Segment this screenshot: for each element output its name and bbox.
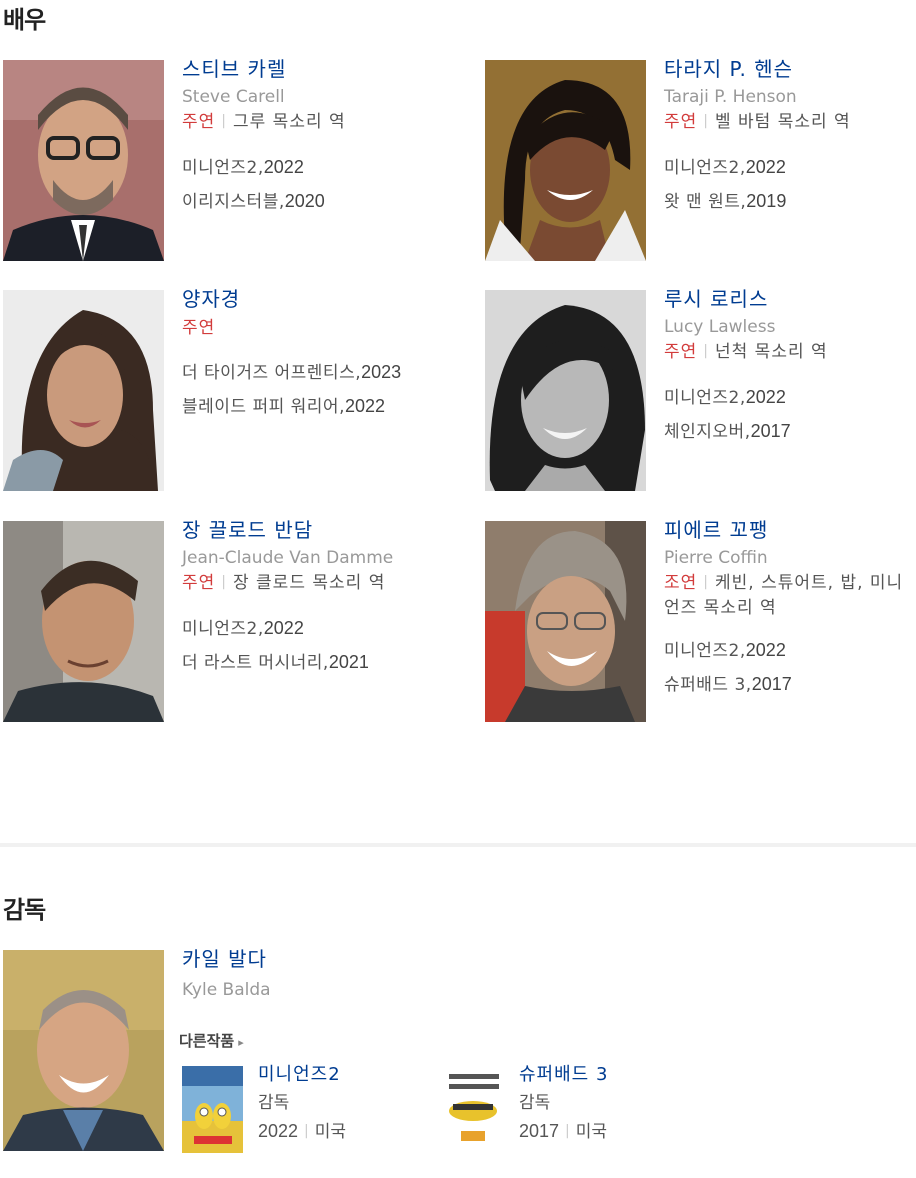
actor-name[interactable]: 스티브 카렐 (182, 58, 434, 80)
separator: | (703, 343, 709, 359)
other-works-link[interactable]: 다른작품 ▸ (179, 1030, 244, 1051)
role-desc: 케빈, 스튜어트, 밥, 미니언즈 목소리 역 (664, 573, 904, 618)
filmography-item[interactable]: 왓 맨 원트,2019 (664, 185, 916, 219)
actor-name-en: Lucy Lawless (664, 317, 776, 337)
actor-photo[interactable] (3, 290, 164, 491)
filmography-item[interactable]: 미니언즈2,2022 (182, 612, 434, 646)
actor-photo[interactable] (485, 521, 646, 722)
director-name-en: Kyle Balda (182, 980, 271, 1000)
role-type: 주연 (182, 112, 216, 132)
actor-name-en: Jean-Claude Van Damme (182, 548, 394, 568)
filmography-item[interactable]: 미니언즈2,2022 (182, 151, 434, 185)
actor-photo[interactable] (3, 60, 164, 261)
film-meta: 2022 | 미국 (258, 1121, 347, 1142)
actor-name[interactable]: 피에르 꼬팽 (664, 519, 916, 541)
actor-role: 주연 | 그루 목소리 역 (182, 110, 434, 135)
role-desc: 벨 바텀 목소리 역 (715, 112, 851, 132)
film-poster[interactable] (443, 1066, 504, 1153)
actor-name-en: Taraji P. Henson (664, 87, 797, 107)
film-title[interactable]: 슈퍼배드 3 (519, 1064, 699, 1086)
actor-name-en: Steve Carell (182, 87, 285, 107)
role-type: 주연 (182, 573, 216, 593)
director-name[interactable]: 카일 발다 (182, 948, 682, 970)
chevron-right-icon: ▸ (238, 1036, 244, 1049)
actor-name[interactable]: 루시 로리스 (664, 288, 916, 310)
filmography-item[interactable]: 더 라스트 머시너리,2021 (182, 646, 434, 680)
actor-role: 주연 | 장 클로드 목소리 역 (182, 571, 434, 596)
filmography-item[interactable]: 미니언즈2,2022 (664, 151, 916, 185)
film-role: 감독 (519, 1093, 551, 1113)
role-desc: 넌척 목소리 역 (715, 342, 828, 362)
role-type: 주연 (664, 342, 698, 362)
role-desc: 장 클로드 목소리 역 (233, 573, 386, 593)
filmography-item[interactable]: 이리지스터블,2020 (182, 185, 434, 219)
director-section-title: 감독 (3, 896, 46, 924)
film-title[interactable]: 미니언즈2 (258, 1064, 438, 1086)
separator: | (221, 113, 227, 129)
role-type: 주연 (182, 318, 216, 338)
section-divider (0, 843, 916, 847)
actor-photo[interactable] (485, 60, 646, 261)
filmography-item[interactable]: 체인지오버,2017 (664, 415, 916, 449)
director-photo[interactable] (3, 950, 164, 1151)
actor-role: 주연 | 벨 바텀 목소리 역 (664, 110, 916, 135)
role-desc: 그루 목소리 역 (233, 112, 346, 132)
filmography-item[interactable]: 슈퍼배드 3,2017 (664, 668, 916, 702)
actor-name[interactable]: 장 끌로드 반담 (182, 519, 434, 541)
actor-photo[interactable] (3, 521, 164, 722)
separator: | (221, 574, 227, 590)
actors-section-title: 배우 (3, 6, 46, 34)
actor-photo[interactable] (485, 290, 646, 491)
filmography-item[interactable]: 블레이드 퍼피 워리어,2022 (182, 390, 434, 424)
actor-role: 주연 | 넌척 목소리 역 (664, 340, 916, 365)
role-type: 주연 (664, 112, 698, 132)
actor-name-en: Pierre Coffin (664, 548, 768, 568)
filmography-item[interactable]: 미니언즈2,2022 (664, 634, 916, 668)
actor-name[interactable]: 타라지 P. 헨슨 (664, 58, 916, 80)
film-meta: 2017 | 미국 (519, 1121, 608, 1142)
filmography-item[interactable]: 더 타이거즈 어프렌티스,2023 (182, 356, 434, 390)
actor-role: 조연 | 케빈, 스튜어트, 밥, 미니언즈 목소리 역 (664, 571, 916, 620)
filmography-item[interactable]: 미니언즈2,2022 (664, 381, 916, 415)
actor-role: 주연 (182, 316, 434, 340)
role-type: 조연 (664, 573, 698, 593)
film-poster[interactable] (182, 1066, 243, 1153)
film-role: 감독 (258, 1093, 290, 1113)
separator: | (703, 574, 709, 590)
separator: | (703, 113, 709, 129)
actor-name[interactable]: 양자경 (182, 288, 434, 310)
